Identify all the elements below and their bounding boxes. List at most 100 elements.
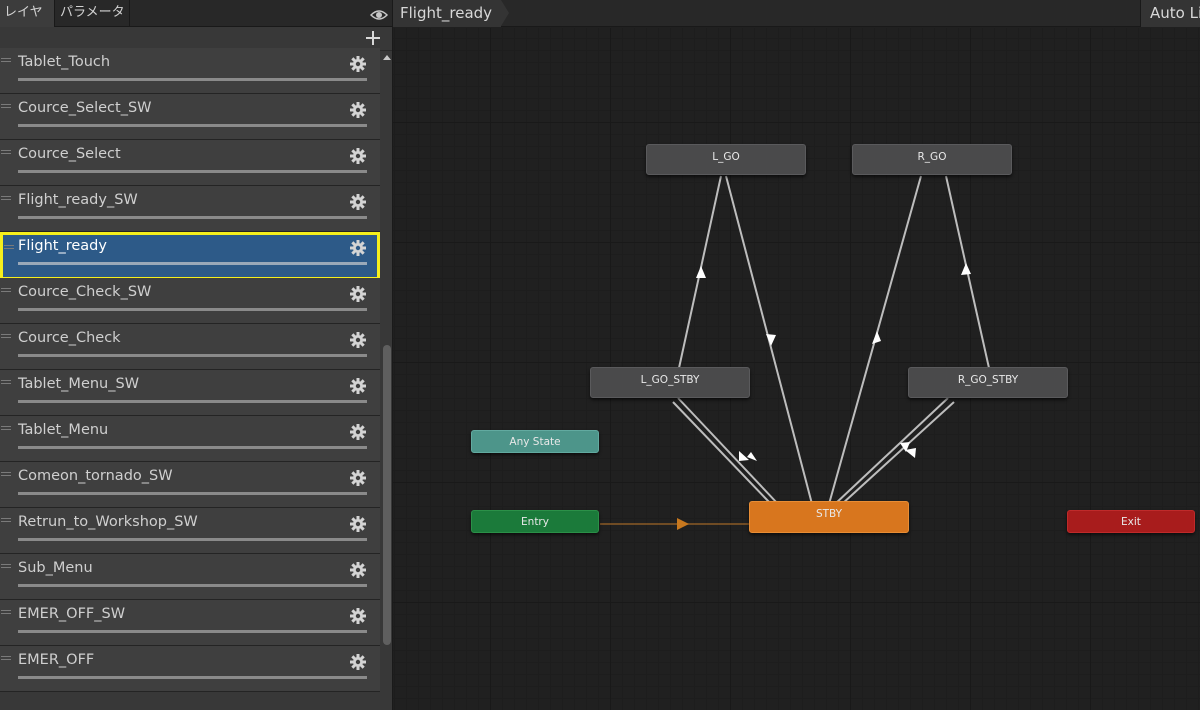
layer-weight-bar	[18, 630, 367, 633]
layer-weight-bar	[18, 216, 367, 219]
gear-icon[interactable]	[350, 654, 366, 670]
layer-name: Comeon_tornado_SW	[18, 468, 173, 484]
any-state-node[interactable]: Any State	[471, 430, 599, 453]
transition-arrow	[766, 334, 776, 346]
drag-handle-icon[interactable]	[1, 334, 11, 339]
layer-row[interactable]: Cource_Check	[0, 324, 380, 370]
gear-icon[interactable]	[350, 332, 366, 348]
layer-name: Cource_Select_SW	[18, 100, 152, 116]
entry-transition-arrow	[677, 518, 689, 530]
layer-name: Cource_Check_SW	[18, 284, 152, 300]
drag-handle-icon[interactable]	[1, 610, 11, 615]
gear-icon[interactable]	[350, 240, 366, 256]
state-machine-graph[interactable]: L_GO R_GO L_GO_STBY R_GO_STBY Any State …	[393, 28, 1200, 710]
drag-handle-icon[interactable]	[1, 58, 11, 63]
layer-row[interactable]: Cource_Select	[0, 140, 380, 186]
layer-weight-bar	[18, 354, 367, 357]
drag-handle-icon[interactable]	[1, 104, 11, 109]
drag-handle-icon[interactable]	[1, 472, 11, 477]
layer-name: EMER_OFF	[18, 652, 95, 668]
drag-handle-icon[interactable]	[1, 426, 11, 431]
add-layer-button[interactable]	[363, 27, 383, 49]
gear-icon[interactable]	[350, 470, 366, 486]
graph-header: Flight_ready Auto Live Link	[393, 0, 1200, 27]
panel-tab-bar: レイヤー パラメーター	[0, 0, 392, 46]
transition-layer	[600, 175, 990, 530]
gear-icon[interactable]	[350, 424, 366, 440]
exit-node[interactable]: Exit	[1067, 510, 1195, 533]
layer-weight-bar	[18, 308, 367, 311]
layer-name: Tablet_Menu	[18, 422, 109, 438]
layer-name: Flight_ready	[18, 238, 107, 254]
gear-icon[interactable]	[350, 56, 366, 72]
layer-row[interactable]: EMER_OFF_SW	[0, 600, 380, 646]
transition-arrow	[739, 451, 749, 461]
layer-weight-bar	[18, 124, 367, 127]
layer-row[interactable]: Tablet_Menu	[0, 416, 380, 462]
layer-row[interactable]: Flight_ready	[0, 232, 380, 280]
layer-name: EMER_OFF_SW	[18, 606, 126, 622]
layers-panel: レイヤー パラメーター Tablet_Touch Cource_Select_SW…	[0, 0, 393, 710]
scroll-up-arrow[interactable]	[383, 55, 391, 60]
layer-list-scrollbar[interactable]	[383, 345, 391, 645]
default-state-node-stby[interactable]: STBY	[749, 501, 909, 533]
layer-weight-bar	[18, 78, 367, 81]
drag-handle-icon[interactable]	[1, 288, 11, 293]
gear-icon[interactable]	[350, 148, 366, 164]
layer-row[interactable]: Comeon_tornado_SW	[0, 462, 380, 508]
gear-icon[interactable]	[350, 286, 366, 302]
layer-name: Cource_Select	[18, 146, 121, 162]
layer-name: Flight_ready_SW	[18, 192, 138, 208]
transition-line[interactable]	[672, 401, 772, 505]
layer-name: Sub_Menu	[18, 560, 93, 576]
layer-weight-bar	[18, 584, 367, 587]
gear-icon[interactable]	[350, 608, 366, 624]
auto-live-link-button[interactable]: Auto Live Link	[1140, 0, 1200, 27]
drag-handle-icon[interactable]	[1, 380, 11, 385]
transition-arrow	[872, 331, 881, 344]
state-node-r-go-stby[interactable]: R_GO_STBY	[908, 367, 1068, 398]
transition-line[interactable]	[677, 397, 779, 505]
transition-line[interactable]	[834, 397, 949, 505]
layer-weight-bar	[18, 170, 367, 173]
state-node-l-go-stby[interactable]: L_GO_STBY	[590, 367, 750, 398]
layer-weight-bar	[18, 492, 367, 495]
layer-row[interactable]: EMER_OFF	[0, 646, 380, 692]
gear-icon[interactable]	[350, 562, 366, 578]
layer-weight-bar	[18, 538, 367, 541]
tab-layers[interactable]: レイヤー	[0, 0, 55, 46]
layer-weight-bar	[18, 400, 367, 403]
drag-handle-icon[interactable]	[1, 564, 11, 569]
gear-icon[interactable]	[350, 516, 366, 532]
breadcrumb[interactable]: Flight_ready	[393, 0, 501, 27]
drag-handle-icon[interactable]	[4, 245, 14, 250]
layer-name: Tablet_Touch	[18, 54, 111, 70]
layer-row[interactable]: Retrun_to_Workshop_SW	[0, 508, 380, 554]
layer-row[interactable]: Sub_Menu	[0, 554, 380, 600]
tab-parameters[interactable]: パラメーター	[55, 0, 130, 46]
drag-handle-icon[interactable]	[1, 196, 11, 201]
drag-handle-icon[interactable]	[1, 518, 11, 523]
layer-name: Cource_Check	[18, 330, 121, 346]
transition-arrow	[961, 263, 971, 275]
breadcrumb-arrow	[501, 0, 509, 26]
gear-icon[interactable]	[350, 194, 366, 210]
layer-row[interactable]: Flight_ready_SW	[0, 186, 380, 232]
gear-icon[interactable]	[350, 102, 366, 118]
drag-handle-icon[interactable]	[1, 150, 11, 155]
entry-node[interactable]: Entry	[471, 510, 599, 533]
layer-row[interactable]: Cource_Check_SW	[0, 278, 380, 324]
layer-weight-bar	[18, 676, 367, 679]
layer-row[interactable]: Cource_Select_SW	[0, 94, 380, 140]
layer-row[interactable]: Tablet_Menu_SW	[0, 370, 380, 416]
eye-icon[interactable]	[369, 7, 389, 21]
layer-row[interactable]: Tablet_Touch	[0, 48, 380, 94]
transition-arrow	[696, 266, 706, 278]
drag-handle-icon[interactable]	[1, 656, 11, 661]
state-node-r-go[interactable]: R_GO	[852, 144, 1012, 175]
layer-name: Tablet_Menu_SW	[18, 376, 140, 392]
transition-line[interactable]	[841, 401, 955, 505]
state-node-l-go[interactable]: L_GO	[646, 144, 806, 175]
layer-name: Retrun_to_Workshop_SW	[18, 514, 198, 530]
gear-icon[interactable]	[350, 378, 366, 394]
